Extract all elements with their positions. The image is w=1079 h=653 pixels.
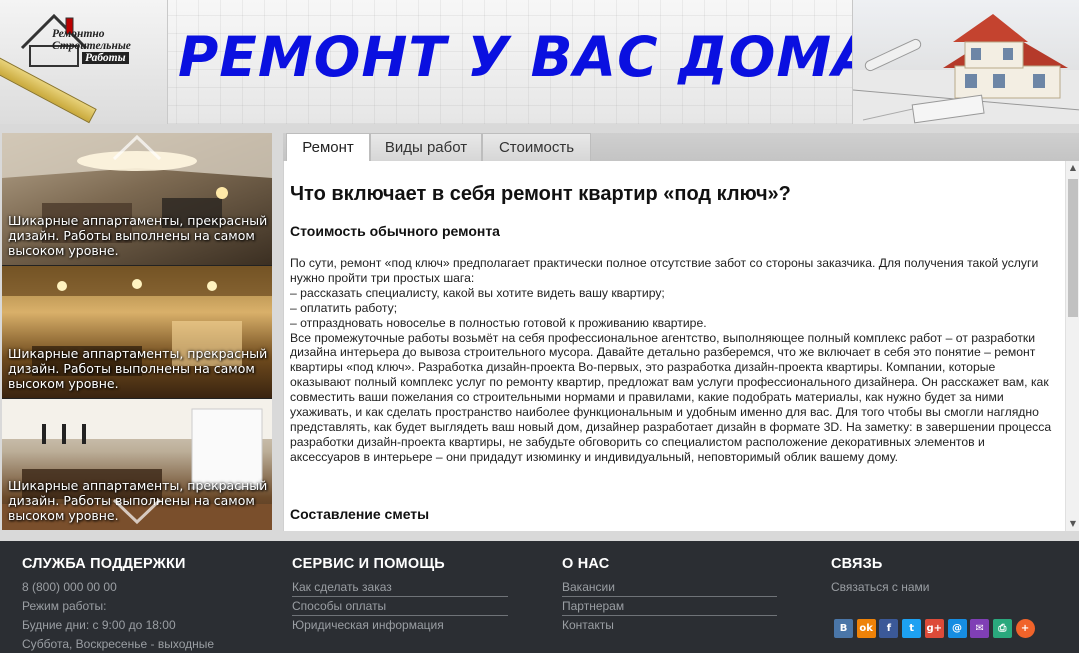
footer-service-title: СЕРВИС И ПОМОЩЬ [292,556,445,572]
mailru-icon[interactable]: @ [947,619,967,638]
footer-link-partners[interactable]: Партнерам [562,597,777,616]
site-logo[interactable]: Ремонтно Строительные Работы [0,0,168,124]
facebook-icon[interactable]: f [879,619,899,638]
site-header: Ремонтно Строительные Работы РЕМОНТ У ВА… [0,0,1079,124]
print-icon[interactable]: ⎙ [992,619,1012,638]
article-subheading: Составление сметы [290,506,430,522]
footer-about-title: О НАС [562,556,610,572]
odnoklassniki-icon[interactable]: ok [856,619,876,638]
vk-icon[interactable]: B [834,619,853,638]
article-list-item: – рассказать специалисту, какой вы хотит… [290,285,665,300]
footer-link-vacancies[interactable]: Вакансии [562,578,777,597]
scroll-thumb[interactable] [1068,179,1078,317]
article-list-item: – отпраздновать новоселье в полностью го… [290,315,707,330]
footer-contact-title: СВЯЗЬ [831,556,883,572]
support-phone: 8 (800) 000 00 00 [22,580,117,594]
article-subheading: Стоимость обычного ремонта [290,223,500,239]
tab-work-types[interactable]: Виды работ [370,133,482,161]
article-paragraph: По сути, ремонт «под ключ» предполагает … [290,256,1039,285]
article-panel: Что включает в себя ремонт квартир «под … [283,161,1065,531]
tab-remont[interactable]: Ремонт [286,133,370,162]
scroll-down-arrow-icon[interactable]: ▼ [1066,517,1079,531]
slider-down-arrow-icon[interactable] [108,496,166,526]
logo-line-3: Работы [82,52,129,64]
site-footer: СЛУЖБА ПОДДЕРЖКИ 8 (800) 000 00 00 Режим… [0,541,1079,653]
logo-line-1: Ремонтно [52,28,105,40]
footer-support: СЛУЖБА ПОДДЕРЖКИ 8 (800) 000 00 00 Режим… [22,556,262,653]
footer-about: О НАС Вакансии Партнерам Контакты [562,556,777,634]
tab-bar: Ремонт Виды работ Стоимость [283,133,1079,162]
content-panel: Ремонт Виды работ Стоимость Что включает… [283,133,1079,531]
house-illustration [852,0,1079,124]
footer-contact: СВЯЗЬ Связаться с нами [831,556,1071,596]
slider-up-arrow-icon[interactable] [108,133,166,163]
google-plus-icon[interactable]: g+ [924,619,944,638]
article-list-item: – оплатить работу; [290,300,398,315]
image-slider: Шикарные аппартаменты, прекрасный дизайн… [2,133,272,530]
article-scrollbar[interactable]: ▲ ▼ [1065,161,1079,531]
slide-image[interactable]: Шикарные аппартаменты, прекрасный дизайн… [2,266,272,398]
footer-link-payment-methods[interactable]: Способы оплаты [292,597,508,616]
twitter-icon[interactable]: t [902,619,922,638]
footer-service: СЕРВИС И ПОМОЩЬ Как сделать заказ Способ… [292,556,508,634]
site-title: РЕМОНТ У ВАС ДОМА [178,25,876,89]
article-title: Что включает в себя ремонт квартир «под … [290,183,791,205]
slide-caption: Шикарные аппартаменты, прекрасный дизайн… [8,213,268,258]
email-icon[interactable]: ✉ [970,619,990,638]
footer-link-contact-us[interactable]: Связаться с нами [831,578,1071,596]
support-weekend: Суббота, Воскресенье - выходные [22,637,215,651]
slide-caption: Шикарные аппартаменты, прекрасный дизайн… [8,346,268,391]
scroll-up-arrow-icon[interactable]: ▲ [1066,161,1079,175]
logo-line-2: Строительные [52,40,131,52]
more-icon[interactable]: + [1015,619,1035,638]
support-weekdays: Будние дни: с 9:00 до 18:00 [22,618,176,632]
tab-cost[interactable]: Стоимость [482,133,591,161]
article-body: По сути, ремонт «под ключ» предполагает … [290,256,1058,465]
footer-link-how-to-order[interactable]: Как сделать заказ [292,578,508,597]
house-3d-icon [853,14,1079,124]
logo-text: Ремонтно Строительные Работы [52,28,168,64]
article-paragraph: Все промежуточные работы возьмёт на себя… [290,330,1052,464]
footer-support-title: СЛУЖБА ПОДДЕРЖКИ [22,556,186,572]
footer-link-legal-info[interactable]: Юридическая информация [292,616,508,634]
social-share-bar: Bok f t g+ @ ✉ ⎙ + [834,619,1044,639]
support-hours-label: Режим работы: [22,599,107,613]
footer-link-contacts[interactable]: Контакты [562,616,777,634]
